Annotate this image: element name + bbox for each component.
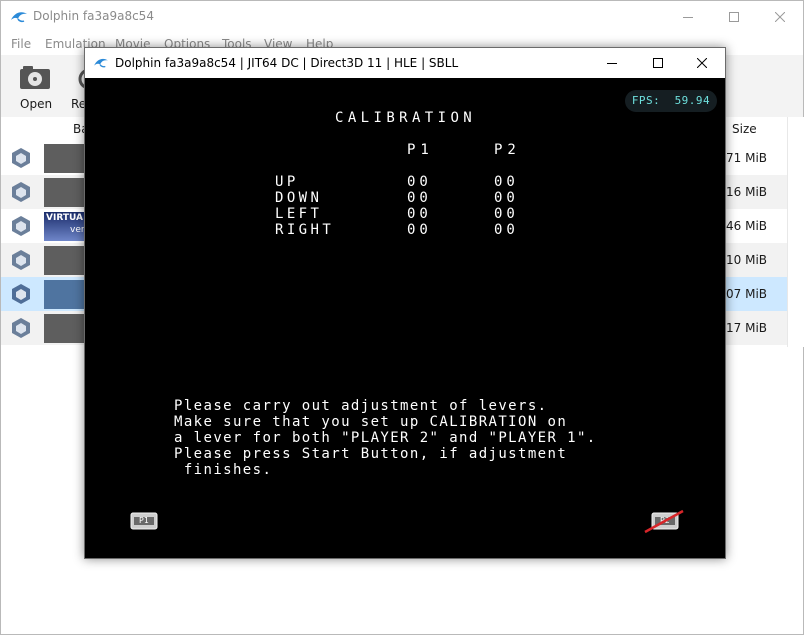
instruction-line: a lever for both "PLAYER 2" and "PLAYER … [174,430,597,446]
render-window: Dolphin fa3a9a8c54 | JIT64 DC | Direct3D… [84,47,726,559]
instruction-line: Please carry out adjustment of levers. [174,398,548,414]
gamecube-icon [12,148,30,168]
size-cell: 10 MiB [726,253,768,267]
instructions-text: Please carry out adjustment of levers. M… [174,398,694,478]
p1-value: 00 [407,222,432,238]
gamecube-icon [12,182,30,202]
size-cell: 46 MiB [726,219,768,233]
column-p1-header: P1 [407,142,434,158]
vertical-scrollbar[interactable] [787,117,804,347]
row-label: DOWN [275,190,323,206]
column-size[interactable]: Size [732,122,757,136]
close-icon [697,58,707,68]
render-close-button[interactable] [679,48,725,78]
render-minimize-button[interactable] [589,48,635,78]
render-maximize-button[interactable] [635,48,681,78]
row-label: RIGHT [275,222,335,238]
open-button[interactable]: Open [11,55,57,117]
calibration-title: CALIBRATION [335,110,477,126]
instruction-line: Make sure that you set up CALIBRATION on [174,414,568,430]
gamecube-icon [12,216,30,236]
render-window-title: Dolphin fa3a9a8c54 | JIT64 DC | Direct3D… [115,56,459,70]
minimize-icon [683,17,693,18]
dolphin-logo-icon [11,12,27,23]
gamecube-icon [12,318,30,338]
row-label: LEFT [275,206,323,222]
p1-value: 00 [407,190,432,206]
p2-value: 00 [494,206,519,222]
size-cell: 07 MiB [726,287,768,301]
menu-file[interactable]: File [11,37,31,51]
p1-coin-label: P1 [139,516,149,525]
main-title-bar[interactable]: Dolphin fa3a9a8c54 [1,1,803,33]
maximize-icon [653,58,663,68]
strike-through-icon [644,509,684,534]
column-p2-header: P2 [494,142,521,158]
render-title-bar[interactable]: Dolphin fa3a9a8c54 | JIT64 DC | Direct3D… [85,48,725,78]
close-icon [775,12,785,22]
p2-value: 00 [494,222,519,238]
fps-value: 59.94 [674,94,711,107]
size-cell: 16 MiB [726,185,768,199]
open-disc-icon [20,66,50,89]
gamecube-icon [12,284,30,304]
minimize-icon [607,63,617,64]
instruction-line: finishes. [174,462,273,478]
main-maximize-button[interactable] [711,1,757,33]
fps-counter: FPS: 59.94 [625,90,717,112]
p1-value: 00 [407,206,432,222]
maximize-icon [729,12,739,22]
fps-label: FPS: [631,94,661,107]
p1-coin-icon: P1 [130,512,158,530]
row-label: UP [275,174,299,190]
banner-text: VIRTUA [46,213,83,223]
gamecube-icon [12,250,30,270]
size-cell: 17 MiB [726,321,768,335]
p2-value: 00 [494,174,519,190]
instruction-line: Please press Start Button, if adjustment [174,446,568,462]
banner-subtext: ver [70,225,85,235]
main-close-button[interactable] [757,1,803,33]
p1-value: 00 [407,174,432,190]
main-minimize-button[interactable] [665,1,711,33]
dolphin-logo-icon [94,58,108,68]
main-window-title: Dolphin fa3a9a8c54 [33,9,154,23]
p2-coin-icon: P2 [644,509,684,534]
game-screen[interactable]: FPS: 59.94 CALIBRATION P1 P2 UP 00 00 DO… [85,78,725,558]
p2-value: 00 [494,190,519,206]
open-label: Open [20,97,53,111]
size-cell: 71 MiB [726,151,768,165]
